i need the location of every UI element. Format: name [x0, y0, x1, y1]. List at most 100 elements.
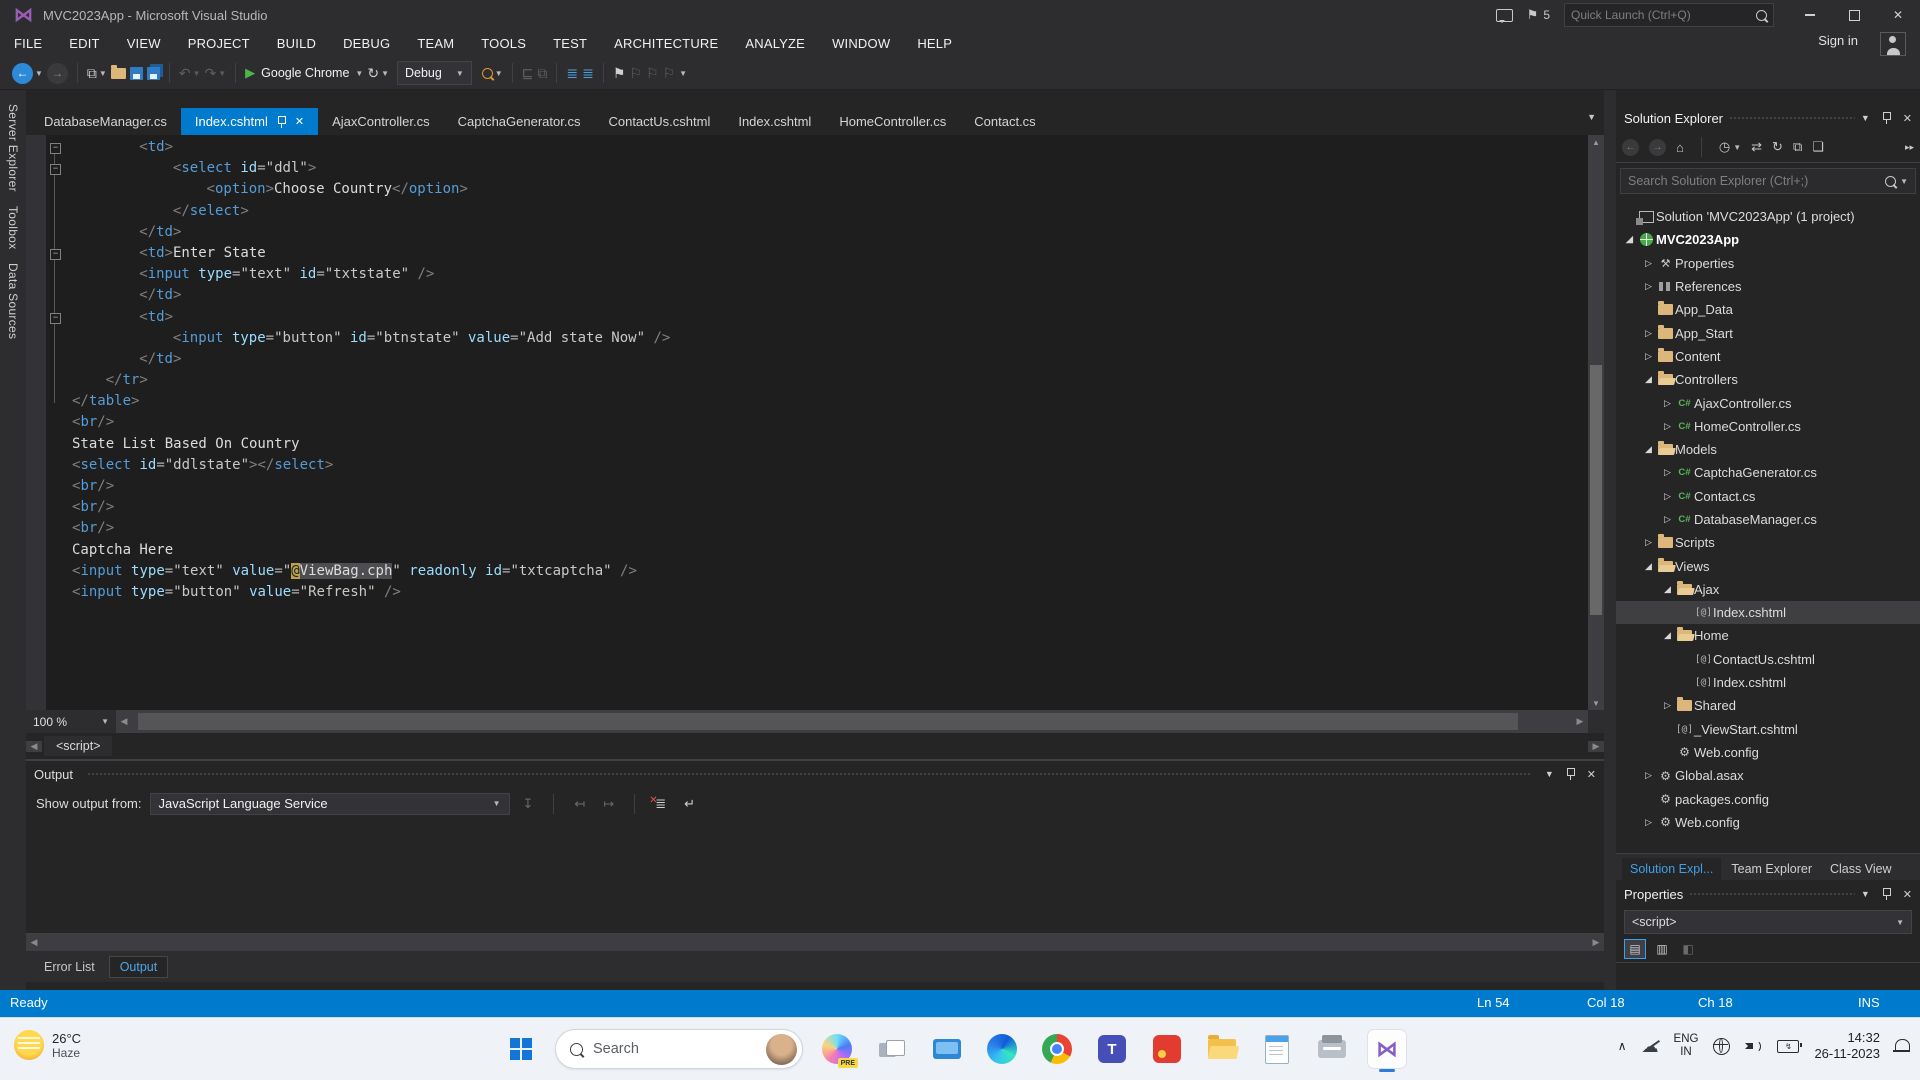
navigate-back-button[interactable]: ←: [12, 63, 33, 84]
language-indicator[interactable]: ENGIN: [1674, 1033, 1699, 1059]
breadcrumb-left-icon[interactable]: ◀: [26, 741, 42, 752]
pin-icon[interactable]: [1882, 888, 1891, 900]
panel-tab[interactable]: Solution Expl...: [1622, 858, 1721, 880]
tree-item[interactable]: ▷C#HomeController.cs: [1616, 415, 1920, 438]
tree-item[interactable]: Solution 'MVC2023App' (1 project): [1616, 205, 1920, 228]
start-button[interactable]: [500, 1028, 542, 1070]
forward-icon[interactable]: →: [1649, 139, 1666, 156]
tab-list-dropdown-icon[interactable]: ▼: [1587, 112, 1596, 122]
scroll-up-icon[interactable]: ▲: [1588, 135, 1604, 149]
editor-tab[interactable]: DatabaseManager.cs: [30, 108, 181, 135]
tree-item[interactable]: ◢Views: [1616, 554, 1920, 577]
save-button[interactable]: [130, 67, 143, 80]
visual-studio-button[interactable]: ⋈: [1366, 1028, 1408, 1070]
zoom-select[interactable]: 100 %▼: [26, 710, 116, 733]
chevron-down-icon[interactable]: ▼: [99, 69, 107, 78]
editor-tab[interactable]: CaptchaGenerator.cs: [444, 108, 595, 135]
previous-message-icon[interactable]: ↤: [574, 796, 585, 812]
pin-icon[interactable]: [1566, 768, 1575, 780]
collapsed-icon[interactable]: ▷: [1641, 537, 1656, 548]
expanded-icon[interactable]: ◢: [1641, 561, 1656, 572]
tree-item[interactable]: ◢Home: [1616, 624, 1920, 647]
panel-drag-grip[interactable]: [1689, 892, 1855, 897]
solution-configuration-select[interactable]: Debug▼: [397, 61, 472, 85]
previous-bookmark-button[interactable]: ⚐: [629, 65, 642, 82]
tree-item[interactable]: ▷Content: [1616, 345, 1920, 368]
tree-item[interactable]: ◢Models: [1616, 438, 1920, 461]
close-icon[interactable]: ✕: [1903, 888, 1912, 901]
expanded-icon[interactable]: ◢: [1660, 630, 1675, 641]
menu-item-project[interactable]: PROJECT: [188, 36, 250, 51]
home-icon[interactable]: ⌂: [1676, 140, 1684, 155]
tree-item[interactable]: ◢MVC2023App: [1616, 228, 1920, 251]
scroll-right-icon[interactable]: ▶: [1588, 933, 1604, 951]
collapsed-icon[interactable]: ▷: [1641, 817, 1656, 828]
menu-item-tools[interactable]: TOOLS: [481, 36, 526, 51]
scrollbar-thumb[interactable]: [1590, 365, 1602, 615]
quick-launch-input[interactable]: Quick Launch (Ctrl+Q): [1564, 3, 1774, 27]
tree-item[interactable]: [@]_ViewStart.cshtml: [1616, 718, 1920, 741]
sign-in-link[interactable]: Sign in: [1818, 33, 1858, 48]
find-in-files-button[interactable]: [482, 68, 493, 79]
clear-bookmarks-button[interactable]: ⚐: [663, 65, 676, 82]
chevron-down-icon[interactable]: ▼: [355, 69, 363, 78]
collapsed-icon[interactable]: ▷: [1660, 700, 1675, 711]
feedback-icon[interactable]: [1496, 9, 1513, 22]
collapse-box-icon[interactable]: −: [50, 143, 61, 154]
task-view-button[interactable]: [871, 1028, 913, 1070]
panel-tab[interactable]: Class View: [1822, 858, 1900, 880]
copilot-button[interactable]: PRE: [816, 1028, 858, 1070]
menu-item-edit[interactable]: EDIT: [69, 36, 99, 51]
tree-item[interactable]: [@]Index.cshtml: [1616, 601, 1920, 624]
clock-widget[interactable]: 14:32 26-11-2023: [1814, 1030, 1880, 1062]
next-message-icon[interactable]: ↦: [603, 796, 614, 812]
tree-item[interactable]: ▷⚒Properties: [1616, 252, 1920, 275]
device-app-button[interactable]: [1311, 1028, 1353, 1070]
menu-item-team[interactable]: TEAM: [417, 36, 454, 51]
run-target-label[interactable]: Google Chrome: [261, 66, 349, 80]
menu-item-build[interactable]: BUILD: [277, 36, 316, 51]
tray-expand-icon[interactable]: ∧: [1618, 1039, 1627, 1053]
property-pages-icon[interactable]: ◧: [1678, 940, 1698, 958]
tree-item[interactable]: ▷C#DatabaseManager.cs: [1616, 508, 1920, 531]
weather-widget[interactable]: 26°C Haze: [14, 1030, 81, 1060]
window-position-icon[interactable]: ▼: [1861, 113, 1870, 123]
show-all-files-icon[interactable]: ❏: [1812, 139, 1824, 155]
pin-icon[interactable]: [1882, 112, 1891, 124]
decrease-indent-button[interactable]: ≣: [566, 65, 578, 82]
collapsed-icon[interactable]: ▷: [1660, 398, 1675, 409]
save-all-button[interactable]: [147, 67, 160, 80]
collapsed-icon[interactable]: ▷: [1641, 258, 1656, 269]
collapse-box-icon[interactable]: −: [50, 313, 61, 324]
properties-object-select[interactable]: <script> ▼: [1624, 910, 1912, 934]
editor-tab[interactable]: Index.cshtml✕: [181, 108, 318, 135]
expanded-icon[interactable]: ◢: [1641, 444, 1656, 455]
teams-button[interactable]: T: [1091, 1028, 1133, 1070]
tool-tab-toolbox[interactable]: Toolbox: [6, 206, 20, 249]
window-position-icon[interactable]: ▼: [1545, 769, 1554, 779]
expanded-icon[interactable]: ◢: [1622, 234, 1637, 245]
menu-item-analyze[interactable]: ANALYZE: [745, 36, 805, 51]
tree-item[interactable]: ▷Shared: [1616, 694, 1920, 717]
uncomment-button[interactable]: ⧉: [537, 65, 547, 82]
clear-all-icon[interactable]: ≣✕: [655, 796, 666, 812]
scroll-left-icon[interactable]: ◀: [26, 933, 42, 951]
toolbar-overflow-icon[interactable]: ▼: [679, 69, 687, 78]
editor-tab[interactable]: Index.cshtml: [724, 108, 825, 135]
toolbar-overflow-icon[interactable]: ▸▸: [1905, 142, 1914, 153]
scroll-left-icon[interactable]: ◀: [116, 710, 132, 733]
collapse-box-icon[interactable]: −: [50, 164, 61, 175]
solution-explorer-search-input[interactable]: Search Solution Explorer (Ctrl+;) ▼: [1620, 168, 1916, 194]
tool-tab-server-explorer[interactable]: Server Explorer: [6, 104, 20, 192]
close-button[interactable]: ✕: [1876, 0, 1920, 30]
next-bookmark-button[interactable]: ⚐: [646, 65, 659, 82]
volume-icon[interactable]: [1745, 1039, 1762, 1053]
tree-item[interactable]: ▷C#AjaxController.cs: [1616, 391, 1920, 414]
minimize-button[interactable]: [1788, 0, 1832, 30]
bottom-tab[interactable]: Output: [109, 956, 169, 978]
tree-item[interactable]: ▷References: [1616, 275, 1920, 298]
editor-tab[interactable]: Contact.cs: [960, 108, 1049, 135]
expanded-icon[interactable]: ◢: [1660, 584, 1675, 595]
alphabetical-view-icon[interactable]: ▥: [1652, 940, 1672, 958]
panel-drag-grip[interactable]: [1729, 116, 1855, 121]
